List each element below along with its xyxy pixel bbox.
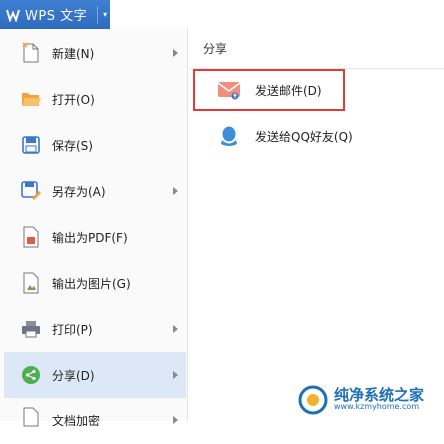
watermark: 纯净系统之家 www.kzmyhome.com [298,378,444,421]
submenu-arrow-icon [173,187,178,195]
share-option-label: 发送给QQ好友(Q) [255,129,353,144]
file-menu: 新建(N) 打开(O) 保存(S) 另存为(A) 输出为PDF(F) 输出为图片… [0,29,188,428]
export-pdf-icon [20,226,42,248]
app-menu-button[interactable]: WPS 文字 ▾ [0,0,110,29]
encrypt-icon [20,406,42,428]
menu-label: 打开(O) [52,92,95,107]
menu-label: 保存(S) [52,138,93,153]
open-folder-icon [20,88,42,110]
menu-label: 打印(P) [52,322,93,337]
menu-item-save-as[interactable]: 另存为(A) [4,168,186,214]
export-image-icon [20,272,42,294]
app-title: WPS 文字 [25,9,88,24]
save-icon [20,134,42,156]
share-icon [20,364,42,386]
wps-logo-icon [6,8,20,22]
save-as-icon [20,180,42,202]
menu-label: 另存为(A) [52,184,106,199]
menu-item-print[interactable]: 打印(P) [4,306,186,352]
printer-icon [20,318,42,340]
new-file-icon [20,42,42,64]
share-option-label: 发送邮件(D) [255,83,322,98]
menu-item-save[interactable]: 保存(S) [4,122,186,168]
panel-header: 分享 [189,29,444,69]
menu-item-open[interactable]: 打开(O) [4,76,186,122]
menu-label: 新建(N) [52,46,95,61]
submenu-arrow-icon [173,325,178,333]
menu-label: 输出为PDF(F) [52,230,128,245]
menu-item-new[interactable]: 新建(N) [4,30,186,76]
qq-icon [217,125,241,147]
submenu-arrow-icon [173,371,178,379]
watermark-name: 纯净系统之家 [334,385,425,404]
menu-label: 输出为图片(G) [52,276,131,291]
submenu-arrow-icon [173,416,178,424]
share-submenu-panel: 分享 发送邮件(D) 发送给QQ好友(Q) [189,29,444,421]
menu-item-export-image[interactable]: 输出为图片(G) [4,260,186,306]
mail-icon [217,79,241,101]
menu-item-encrypt[interactable]: 文档加密 [4,398,186,444]
menu-label: 分享(D) [52,368,95,383]
menu-item-export-pdf[interactable]: 输出为PDF(F) [4,214,186,260]
menu-item-share[interactable]: 分享(D) [4,352,186,398]
send-qq-option[interactable]: 发送给QQ好友(Q) [189,115,444,157]
submenu-arrow-icon [173,49,178,57]
chevron-down-icon[interactable]: ▾ [103,10,107,19]
watermark-url: www.kzmyhome.com [334,402,420,412]
title-divider [97,5,99,24]
watermark-logo-icon [298,385,328,414]
send-email-option[interactable]: 发送邮件(D) [189,69,444,111]
